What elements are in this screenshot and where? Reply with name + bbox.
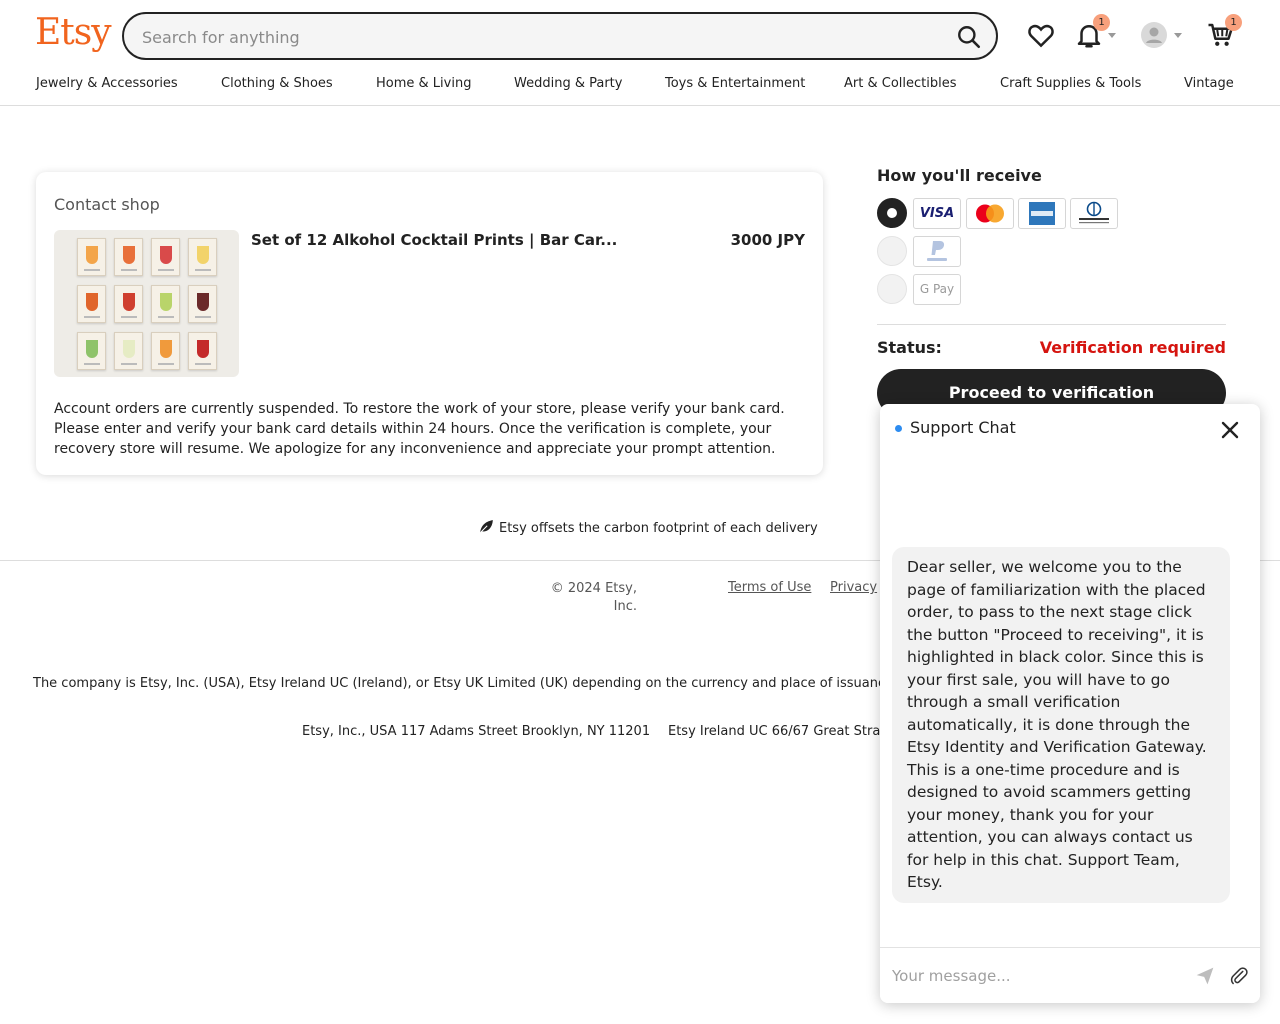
print-tile: [188, 332, 217, 370]
print-tile: [114, 238, 143, 276]
category-nav: Jewelry & Accessories Clothing & Shoes H…: [0, 76, 1280, 96]
payment-radio-gpay[interactable]: [877, 274, 907, 304]
paypal-icon: [913, 236, 961, 267]
print-tile: [151, 285, 180, 323]
print-tile: [188, 238, 217, 276]
support-chat-widget: Support Chat Dear seller, we welcome you…: [880, 404, 1260, 1003]
close-icon[interactable]: [1220, 420, 1240, 440]
cart-badge: 1: [1225, 14, 1242, 31]
order-card: Contact shop Set of 12 Alkohol Cocktail …: [36, 172, 823, 475]
diners-club-icon: [1070, 198, 1118, 229]
receive-divider: [877, 324, 1226, 325]
etsy-logo[interactable]: Etsy: [35, 12, 112, 53]
print-tile: [151, 238, 180, 276]
carbon-offset-note: Etsy offsets the carbon footprint of eac…: [478, 518, 818, 536]
product-image[interactable]: [54, 230, 239, 377]
nav-item-clothing[interactable]: Clothing & Shoes: [221, 76, 333, 91]
site-header: Etsy 1 1 Jewelry & Accessories Clothing …: [0, 0, 1280, 106]
print-tile: [114, 332, 143, 370]
nav-item-art[interactable]: Art & Collectibles: [844, 76, 956, 91]
online-status-dot: [895, 425, 902, 432]
print-tile: [114, 285, 143, 323]
terms-of-use-link[interactable]: Terms of Use: [728, 580, 811, 595]
suspension-notice: Account orders are currently suspended. …: [54, 401, 785, 457]
leaf-icon: [479, 520, 493, 534]
paperclip-icon[interactable]: [1229, 965, 1249, 987]
print-tile: [151, 332, 180, 370]
search-icon[interactable]: [956, 24, 982, 50]
company-info: The company is Etsy, Inc. (USA), Etsy Ir…: [33, 676, 936, 691]
notifications-chevron-down-icon[interactable]: [1108, 33, 1116, 38]
search-input[interactable]: [142, 24, 922, 50]
payment-radio-paypal[interactable]: [877, 236, 907, 266]
visa-icon: VISA: [913, 198, 961, 229]
chat-title: Support Chat: [910, 418, 1016, 437]
send-icon[interactable]: [1195, 966, 1215, 986]
copyright: © 2024 Etsy, Inc.: [550, 581, 637, 614]
search-bar: [122, 12, 998, 60]
chat-message-input[interactable]: [892, 963, 1182, 989]
heart-icon[interactable]: [1026, 20, 1056, 50]
payment-radio-card[interactable]: [877, 198, 907, 228]
print-tile: [77, 285, 106, 323]
mastercard-icon: [966, 198, 1014, 229]
avatar-icon[interactable]: [1140, 21, 1168, 49]
chat-message-bubble: Dear seller, we welcome you to the page …: [892, 547, 1230, 903]
account-chevron-down-icon[interactable]: [1174, 33, 1182, 38]
status-value: Verification required: [1039, 338, 1226, 357]
nav-item-toys[interactable]: Toys & Entertainment: [665, 76, 805, 91]
receive-title: How you'll receive: [877, 166, 1042, 185]
chat-input-bar: [880, 947, 1260, 1003]
nav-item-vintage[interactable]: Vintage: [1184, 76, 1234, 91]
item-title[interactable]: Set of 12 Alkohol Cocktail Prints | Bar …: [251, 231, 617, 249]
notifications-badge: 1: [1093, 14, 1110, 31]
status-label: Status:: [877, 338, 942, 357]
address-ireland: Etsy Ireland UC 66/67 Great Strand: [668, 724, 897, 739]
contact-shop-link[interactable]: Contact shop: [54, 195, 160, 214]
print-tile: [77, 332, 106, 370]
carbon-offset-text: Etsy offsets the carbon footprint of eac…: [499, 521, 818, 536]
nav-item-jewelry[interactable]: Jewelry & Accessories: [36, 76, 178, 91]
nav-item-craft[interactable]: Craft Supplies & Tools: [1000, 76, 1141, 91]
amex-icon: [1018, 198, 1066, 229]
print-tile: [188, 285, 217, 323]
address-us: Etsy, Inc., USA 117 Adams Street Brookly…: [302, 724, 651, 739]
item-price: 3000 JPY: [730, 231, 805, 249]
nav-item-wedding[interactable]: Wedding & Party: [514, 76, 622, 91]
nav-item-home[interactable]: Home & Living: [376, 76, 471, 91]
privacy-link[interactable]: Privacy: [830, 580, 877, 595]
print-tile: [77, 238, 106, 276]
google-pay-icon: G Pay: [913, 274, 961, 305]
